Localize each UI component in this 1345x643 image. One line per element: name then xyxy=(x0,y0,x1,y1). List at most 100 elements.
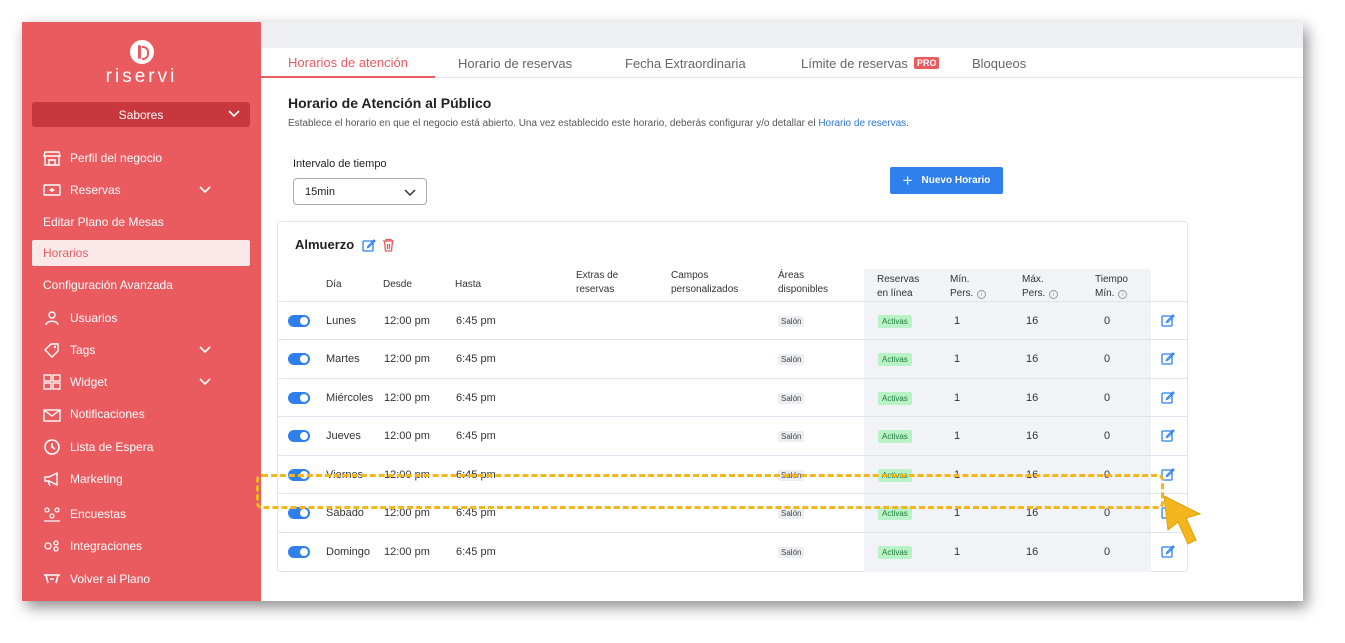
store-icon xyxy=(42,150,62,166)
sidebar-item-horarios[interactable]: Horarios xyxy=(32,240,250,266)
day-toggle[interactable] xyxy=(288,533,310,571)
sidebar-item-volver-plano[interactable]: Volver al Plano xyxy=(32,566,250,592)
edit-row-button[interactable] xyxy=(1161,456,1175,494)
floorplan-icon xyxy=(42,571,62,587)
sidebar-item-label: Usuarios xyxy=(70,311,118,325)
sidebar-item-marketing[interactable]: Marketing xyxy=(32,466,250,492)
min-pers: 1 xyxy=(954,469,961,481)
megaphone-icon xyxy=(42,471,62,487)
status-cell: Activas xyxy=(878,494,912,532)
from-time: 12:00 pm xyxy=(384,392,430,404)
sidebar-item-tags[interactable]: Tags xyxy=(32,337,250,363)
col-areas-1: Áreas xyxy=(778,270,805,281)
to-time: 6:45 pm xyxy=(456,546,496,558)
day-toggle[interactable] xyxy=(288,456,310,494)
area-badge: Salón xyxy=(778,315,805,327)
area-badge: Salón xyxy=(778,469,805,481)
edit-icon[interactable] xyxy=(362,238,377,252)
day-toggle[interactable] xyxy=(288,379,310,417)
pointer-cursor-icon xyxy=(1163,495,1202,545)
sidebar-item-notificaciones[interactable]: Notificaciones xyxy=(32,401,250,427)
trash-icon[interactable] xyxy=(382,238,395,252)
sidebar-item-widget[interactable]: Widget xyxy=(32,369,250,395)
sidebar-item-encuestas[interactable]: Encuestas xyxy=(32,501,250,527)
edit-icon[interactable] xyxy=(1161,313,1175,330)
company-selector[interactable]: Sabores xyxy=(32,102,250,127)
toggle-switch[interactable] xyxy=(288,392,310,404)
chevron-down-icon[interactable] xyxy=(198,374,212,391)
interval-select[interactable]: 15min xyxy=(293,178,427,205)
tab-horario-reservas[interactable]: Horario de reservas xyxy=(458,48,572,78)
info-icon[interactable]: i xyxy=(977,290,987,299)
toggle-switch[interactable] xyxy=(288,507,310,519)
col-tiempo-2: Mín. xyxy=(1095,288,1115,299)
tab-label: Bloqueos xyxy=(972,55,1027,71)
col-campos-1: Campos xyxy=(671,270,709,281)
new-schedule-button[interactable]: + Nuevo Horario xyxy=(890,167,1003,194)
edit-row-button[interactable] xyxy=(1161,340,1175,378)
tab-label: Horarios de atención xyxy=(288,54,408,70)
sidebar-item-label: Editar Plano de Mesas xyxy=(43,215,164,229)
page-title: Horario de Atención al Público xyxy=(288,95,492,111)
sidebar-item-usuarios[interactable]: Usuarios xyxy=(32,305,250,331)
day-toggle[interactable] xyxy=(288,417,310,455)
chevron-down-icon[interactable] xyxy=(198,182,212,199)
horario-reservas-link[interactable]: Horario de reservas xyxy=(818,118,906,129)
sidebar-item-perfil[interactable]: Perfil del negocio xyxy=(32,145,250,171)
logo[interactable]: riservi xyxy=(22,40,261,88)
sidebar-item-label: Lista de Espera xyxy=(70,440,154,454)
sidebar-item-editar-plano[interactable]: Editar Plano de Mesas xyxy=(32,209,250,235)
day-toggle[interactable] xyxy=(288,340,310,378)
from-time: 12:00 pm xyxy=(384,353,430,365)
table-row: Martes 12:00 pm 6:45 pm Salón Activas 1 16 0 xyxy=(278,339,1187,377)
status-badge: Activas xyxy=(878,391,912,405)
interval-label: Intervalo de tiempo xyxy=(293,158,387,170)
table-row: Sábado 12:00 pm 6:45 pm Salón Activas 1 16 0 xyxy=(278,493,1187,531)
sidebar-item-label: Notificaciones xyxy=(70,407,145,421)
edit-row-button[interactable] xyxy=(1161,302,1175,340)
app-window: riservi Sabores Perfil del negocio Reser… xyxy=(22,22,1303,601)
sidebar-item-reservas[interactable]: Reservas xyxy=(32,177,250,203)
edit-row-button[interactable] xyxy=(1161,417,1175,455)
day-name: Jueves xyxy=(326,430,361,442)
table-row: Viernes 12:00 pm 6:45 pm Salón Activas 1 16 0 xyxy=(278,455,1187,493)
max-pers: 16 xyxy=(1026,430,1039,442)
top-bar xyxy=(261,22,1303,48)
edit-row-button[interactable] xyxy=(1161,379,1175,417)
status-badge: Activas xyxy=(878,468,912,482)
pro-badge: PRO xyxy=(913,57,940,69)
col-areas-2: disponibles xyxy=(778,284,829,295)
schedule-card: Almuerzo Día Desde Hasta Extras de reserv… xyxy=(277,221,1188,572)
min-time: 0 xyxy=(1104,469,1111,481)
info-icon[interactable]: i xyxy=(1049,290,1059,299)
status-cell: Activas xyxy=(878,379,912,417)
day-toggle[interactable] xyxy=(288,494,310,532)
integrations-icon xyxy=(42,538,62,554)
info-icon[interactable]: i xyxy=(1118,290,1128,299)
sidebar-item-integraciones[interactable]: Integraciones xyxy=(32,533,250,559)
toggle-switch[interactable] xyxy=(288,353,310,365)
to-time: 6:45 pm xyxy=(456,430,496,442)
survey-icon xyxy=(42,506,62,522)
sidebar-item-lista-espera[interactable]: Lista de Espera xyxy=(32,434,250,460)
tab-horarios-atencion[interactable]: Horarios de atención xyxy=(261,48,435,78)
edit-icon[interactable] xyxy=(1161,390,1175,407)
col-max: Máx. Pers. i xyxy=(1022,273,1059,301)
edit-icon[interactable] xyxy=(1161,428,1175,445)
col-campos: Campos personalizados xyxy=(671,269,738,297)
toggle-switch[interactable] xyxy=(288,430,310,442)
edit-icon[interactable] xyxy=(1161,351,1175,368)
edit-icon[interactable] xyxy=(1161,467,1175,484)
tab-fecha-extraordinaria[interactable]: Fecha Extraordinaria xyxy=(625,48,746,78)
col-reservas: Reservas en línea xyxy=(877,273,919,301)
toggle-switch[interactable] xyxy=(288,315,310,327)
sidebar-item-configuracion[interactable]: Configuración Avanzada xyxy=(32,272,250,298)
day-toggle[interactable] xyxy=(288,302,310,340)
chevron-down-icon[interactable] xyxy=(198,342,212,359)
status-cell: Activas xyxy=(878,417,912,455)
tab-limite-reservas[interactable]: Límite de reservas PRO xyxy=(801,48,940,78)
col-max-2: Pers. xyxy=(1022,288,1046,299)
toggle-switch[interactable] xyxy=(288,546,310,558)
tab-bloqueos[interactable]: Bloqueos xyxy=(972,48,1026,78)
toggle-switch[interactable] xyxy=(288,469,310,481)
